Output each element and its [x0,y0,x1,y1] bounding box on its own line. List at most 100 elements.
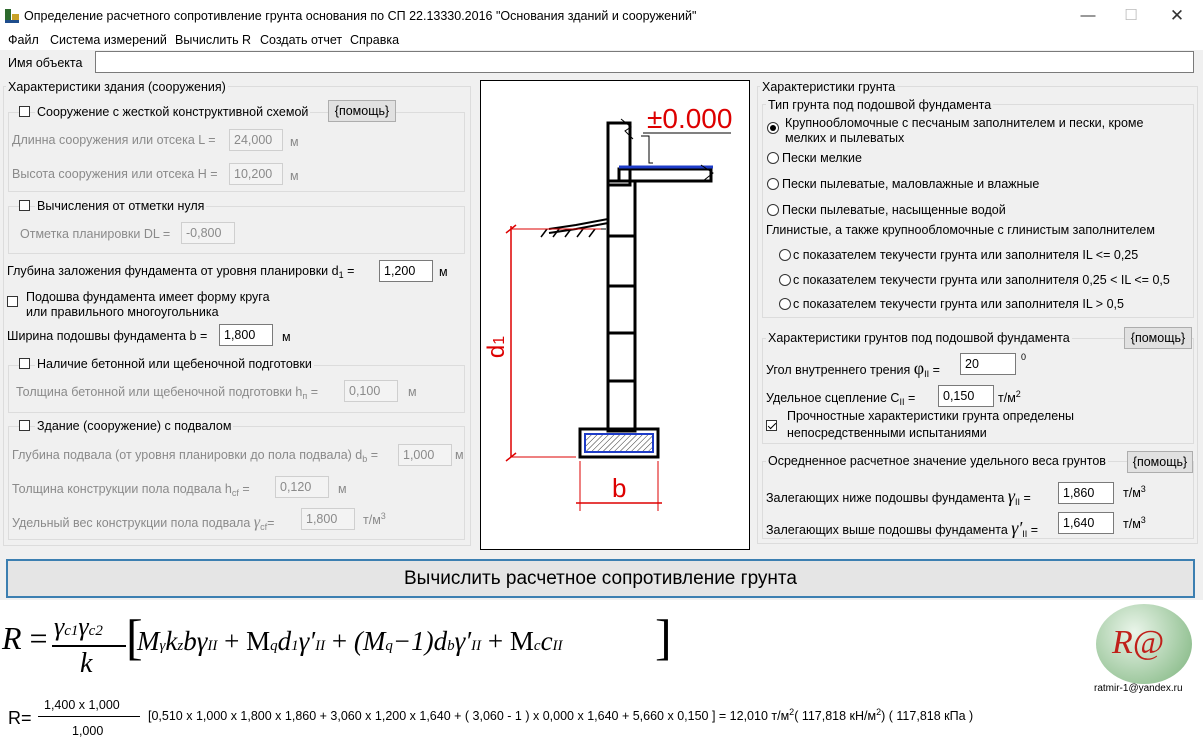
calculate-resistance-button[interactable]: Вычислить расчетное сопротивление грунта [6,559,1195,598]
app-icon [5,9,19,23]
phi-unit: 0 [1021,352,1027,362]
clay-option-1-radio[interactable] [779,249,791,261]
tested-label-2: непосредственными испытаниями [787,426,987,440]
dl-label: Отметка планировки DL = [20,227,171,241]
menu-help[interactable]: Справка [350,33,399,47]
soil-type-title: Тип грунта под подошвой фундамента [766,98,994,112]
rigid-scheme-checkbox[interactable] [19,106,30,117]
soil-type-coarse-label-1: Крупнообломочные с песчаным заполнителем… [785,116,1144,130]
clay-title: Глинистые, а также крупнообломочные с гл… [766,223,1155,237]
minimize-button[interactable]: — [1073,6,1103,26]
length-label: Длинна сооружения или отсека L = [12,133,216,147]
menu-file[interactable]: Файл [8,33,39,47]
prep-thickness-input[interactable]: 0,100 [344,380,398,402]
basement-checkbox[interactable] [19,420,30,431]
avg-weight-title: Осредненное расчетное значение удельного… [766,454,1108,468]
above-weight-label: Залегающих выше подошвы фундамента γ′II … [766,518,1039,539]
floor-thickness-unit: м [338,482,347,496]
prep-thickness-label: Толщина бетонной или щебеночной подготов… [16,385,319,401]
soil-type-coarse-label-2: мелких и пылеватых [785,131,905,145]
depth-label: Глубина заложения фундамента от уровня п… [7,264,355,280]
building-group-title: Характеристики здания (сооружения) [6,80,228,94]
cohesion-input[interactable]: 0,150 [938,385,994,407]
result-fraction-line [38,716,140,717]
soil-type-fine-radio[interactable] [767,152,779,164]
result-denominator: 1,000 [72,724,104,738]
depth-unit: м [439,265,448,279]
rigid-help-button[interactable]: {помощь} [328,100,396,122]
formula-numerator: γc1γc2 [54,612,103,641]
menu-report[interactable]: Создать отчет [260,33,342,47]
zero-checkbox[interactable] [19,200,30,211]
soil-type-silty-wet-label: Пески пылеватые, насыщенные водой [782,203,1006,217]
window-title: Определение расчетного сопротивление гру… [24,9,697,23]
soil-type-coarse-radio[interactable] [767,122,779,134]
zero-label: Вычисления от отметки нуля [35,199,207,213]
soil-chars-help-button[interactable]: {помощь} [1124,327,1192,349]
length-unit: м [290,135,299,149]
d1-label: d1 [483,335,511,359]
avg-weight-help-button[interactable]: {помощь} [1127,451,1193,473]
circle-label-1: Подошва фундамента имеет форму круга [26,290,270,304]
maximize-button[interactable]: ☐ [1116,6,1146,26]
clay-option-3-radio[interactable] [779,298,791,310]
result-numerator: 1,400 x 1,000 [44,698,120,712]
author-email: ratmir-1@yandex.ru [1094,683,1183,694]
formula-body: MγkzbγII + Mqd1γ′II + (Mq−1)dbγ′II + Mcc… [137,626,563,656]
formula-fraction-line [52,645,126,647]
below-weight-input[interactable]: 1,860 [1058,482,1114,504]
clay-option-2-label: с показателем текучести грунта или запол… [793,273,1170,287]
prep-checkbox[interactable] [19,358,30,369]
result-calculation: [0,510 x 1,000 x 1,800 x 1,860 + 3,060 x… [148,707,974,723]
above-weight-input[interactable]: 1,640 [1058,512,1114,534]
cohesion-unit: т/м2 [998,389,1021,405]
object-name-label: Имя объекта [8,56,83,70]
clay-option-3-label: с показателем текучести грунта или запол… [793,297,1124,311]
dl-input[interactable]: -0,800 [181,222,235,244]
formula-general: R = [2,620,48,656]
result-label: R= [8,708,32,728]
b-label: b [612,473,627,503]
close-button[interactable]: ✕ [1162,6,1192,26]
elevation-label: ±0.000 [647,103,733,134]
floor-weight-label: Удельный вес конструкции пола подвала γc… [12,514,275,532]
width-input[interactable]: 1,800 [219,324,273,346]
above-weight-unit: т/м3 [1123,515,1146,531]
floor-weight-unit: т/м3 [363,511,386,527]
floor-thickness-input[interactable]: 0,120 [275,476,329,498]
soil-group-title: Характеристики грунта [760,80,898,94]
tested-label-1: Прочностные характеристики грунта опреде… [787,409,1075,423]
floor-thickness-label: Толщина конструкции пола подвала hcf = [12,482,250,498]
soil-type-fine-label: Пески мелкие [782,151,862,165]
soil-type-silty-dry-radio[interactable] [767,178,779,190]
clay-option-1-label: с показателем текучести грунта или запол… [793,248,1139,262]
formula-bracket-right: ] [655,609,672,665]
floor-weight-input[interactable]: 1,800 [301,508,355,530]
basement-depth-unit: м [455,448,464,462]
phi-label: Угол внутреннего трения φII = [766,358,940,379]
formula-denominator: k [80,648,93,679]
menu-calculate[interactable]: Вычислить R [175,33,251,47]
length-input[interactable]: 24,000 [229,129,283,151]
object-name-input[interactable] [95,51,1194,73]
circle-checkbox[interactable] [7,296,18,307]
menu-units[interactable]: Система измерений [50,33,167,47]
clay-option-2-radio[interactable] [779,274,791,286]
logo-text: R@ [1112,624,1165,661]
soil-type-silty-wet-radio[interactable] [767,204,779,216]
basement-depth-input[interactable]: 1,000 [398,444,452,466]
foundation-diagram: ±0.000 d1 b [480,80,750,550]
height-input[interactable]: 10,200 [229,163,283,185]
circle-label-2: или правильного многоугольника [26,305,219,319]
phi-input[interactable]: 20 [960,353,1016,375]
height-label: Высота сооружения или отсека H = [12,167,218,181]
basement-label: Здание (сооружение) с подвалом [35,419,234,433]
depth-input[interactable]: 1,200 [379,260,433,282]
soil-type-silty-dry-label: Пески пылеватые, маловлажные и влажные [782,177,1040,191]
rigid-scheme-label: Сооружение с жесткой конструктивной схем… [35,105,311,119]
prep-label: Наличие бетонной или щебеночной подготов… [35,357,314,371]
height-unit: м [290,169,299,183]
tested-checkbox[interactable] [766,420,777,431]
soil-chars-title: Характеристики грунтов под подошвой фунд… [766,331,1072,345]
basement-depth-label: Глубина подвала (от уровня планировки до… [12,448,379,464]
